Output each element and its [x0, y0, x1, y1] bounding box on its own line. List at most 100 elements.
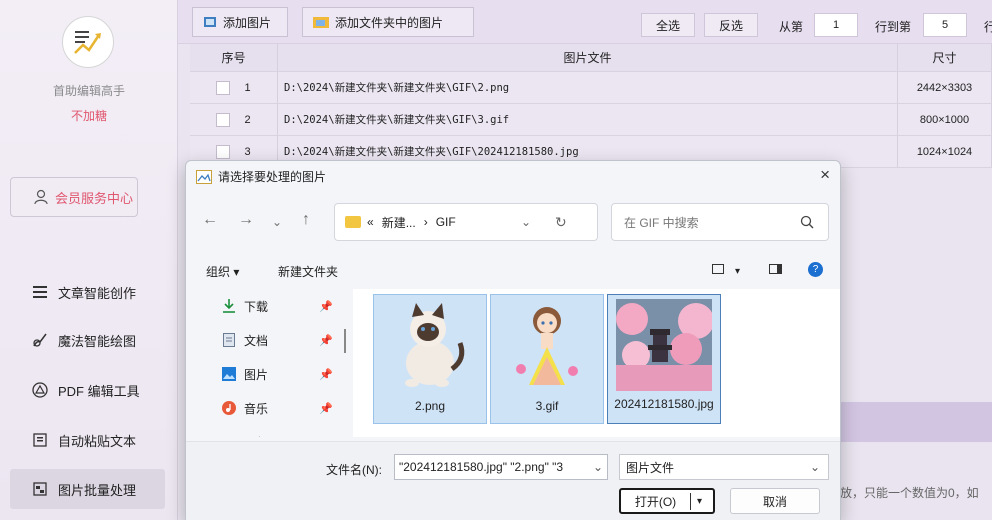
sidebar: 首助编辑高手 不加糖 会员服务中心 文章智能创作 魔法智能绘图 PDF 编辑工具…	[0, 0, 178, 520]
add-folder-images-label: 添加文件夹中的图片	[335, 15, 444, 30]
file-name: 2.png	[414, 399, 446, 413]
up-arrow-icon[interactable]: ↑	[302, 211, 310, 229]
help-icon[interactable]: ?	[808, 262, 823, 277]
file-tile-2png[interactable]: 2.png	[373, 294, 487, 424]
image-add-icon	[204, 17, 216, 27]
address-bar[interactable]: « 新建... › GIF ⌄ ↻	[334, 203, 598, 241]
quick-access-pictures-label: 图片	[244, 367, 269, 382]
cherry-blossom-thumbnail	[616, 299, 712, 391]
add-folder-images-button[interactable]: 添加文件夹中的图片	[302, 7, 474, 37]
filename-dropdown-icon[interactable]: ⌄	[590, 460, 603, 474]
header-no: 序号	[190, 44, 278, 71]
nav-magic-drawing-label: 魔法智能绘图	[58, 333, 137, 349]
nav-magic-drawing[interactable]: 魔法智能绘图	[10, 320, 165, 360]
nav-batch-image-label: 图片批量处理	[58, 482, 137, 498]
text-box-icon	[32, 432, 48, 448]
view-mode-icon[interactable]	[712, 264, 724, 274]
vip-service-button[interactable]: 会员服务中心	[10, 177, 138, 217]
refresh-icon[interactable]: ↻	[555, 214, 567, 231]
quick-access-downloads-label: 下载	[244, 299, 269, 314]
row-no-cell: 1	[190, 72, 278, 103]
row-checkbox[interactable]	[216, 112, 231, 127]
anime-girl-thumbnail	[516, 307, 578, 385]
row-file: D:\2024\新建文件夹\新建文件夹\GIF\2.png	[278, 72, 898, 103]
row-file: D:\2024\新建文件夹\新建文件夹\GIF\3.gif	[278, 104, 898, 135]
pin-icon[interactable]: 📌	[319, 334, 333, 347]
dialog-title-bar: 请选择要处理的图片	[196, 168, 326, 185]
preview-pane-icon[interactable]	[769, 264, 782, 274]
from-row-input[interactable]: 1	[814, 13, 858, 37]
music-icon	[222, 401, 236, 415]
filename-value: "202412181580.jpg" "2.png" "3	[399, 460, 564, 474]
table-header: 序号 图片文件 尺寸	[190, 44, 992, 72]
file-tile-jpg[interactable]: 202412181580.jpg	[607, 294, 721, 424]
organize-menu[interactable]: 组织 ▾	[206, 263, 239, 280]
open-button-label: 打开(O)	[621, 492, 691, 510]
nav-pdf-tools[interactable]: PDF 编辑工具	[10, 370, 165, 410]
quick-access-downloads[interactable]: 下载 📌	[196, 289, 351, 323]
close-icon[interactable]: ×	[820, 165, 830, 185]
nav-article-creation[interactable]: 文章智能创作	[10, 272, 165, 312]
add-image-button[interactable]: 添加图片	[192, 7, 288, 37]
select-all-button[interactable]: 全选	[641, 13, 695, 37]
filetype-value: 图片文件	[626, 460, 675, 475]
filetype-select[interactable]: 图片文件 ⌄	[619, 454, 829, 480]
toolbar: 添加图片 添加文件夹中的图片 全选 反选 从第 1 行到第 5 行	[178, 0, 992, 44]
nav-auto-paste-label: 自动粘贴文本	[58, 433, 137, 449]
menu-lines-icon	[32, 284, 48, 300]
file-list-pane: 2.png 3.gif 202412181580.jpg	[353, 289, 840, 437]
settings-band	[840, 402, 992, 442]
address-crumb-parent[interactable]: 新建...	[382, 214, 416, 231]
to-row-input[interactable]: 5	[923, 13, 967, 37]
pin-icon[interactable]: 📌	[319, 402, 333, 415]
download-icon	[222, 299, 236, 313]
cancel-button[interactable]: 取消	[730, 488, 820, 514]
back-arrow-icon[interactable]: ←	[202, 211, 218, 229]
quick-access-music-label: 音乐	[244, 401, 269, 416]
pdf-circle-icon	[32, 382, 48, 398]
app-logo-icon	[62, 16, 114, 68]
quick-access-videos[interactable]: 视频	[196, 425, 351, 438]
filename-input[interactable]: "202412181580.jpg" "2.png" "3 ⌄	[394, 454, 608, 480]
header-file: 图片文件	[278, 44, 898, 71]
quick-access-videos-label: 视频	[244, 434, 268, 438]
address-dropdown-icon[interactable]: ⌄	[521, 215, 531, 229]
new-folder-button[interactable]: 新建文件夹	[278, 263, 338, 280]
file-tile-3gif[interactable]: 3.gif	[490, 294, 604, 424]
address-crumb-gif[interactable]: GIF	[436, 215, 456, 229]
quick-access-pane: 下载 📌 文档 📌 图片 📌 音乐 📌 视频	[196, 289, 351, 437]
cat-thumbnail	[405, 303, 465, 387]
add-image-label: 添加图片	[223, 15, 272, 30]
pin-icon[interactable]: 📌	[319, 368, 333, 381]
pane-splitter[interactable]	[344, 329, 346, 353]
pictures-icon	[222, 367, 236, 381]
quick-access-music[interactable]: 音乐 📌	[196, 391, 351, 425]
folder-image-icon	[313, 17, 329, 28]
row-checkbox[interactable]	[216, 144, 231, 159]
row-size: 1024×1024	[898, 136, 992, 167]
search-box[interactable]: 在 GIF 中搜索	[611, 203, 829, 241]
row-suffix-label: 行	[984, 20, 992, 34]
search-icon	[800, 215, 814, 229]
command-bar: 组织 ▾ 新建文件夹 ▾ ?	[186, 257, 840, 285]
file-name: 3.gif	[535, 399, 559, 413]
folder-icon	[345, 216, 361, 228]
row-no: 2	[244, 113, 251, 126]
quick-access-documents[interactable]: 文档 📌	[196, 323, 351, 357]
quick-access-pictures[interactable]: 图片 📌	[196, 357, 351, 391]
nav-batch-image[interactable]: 图片批量处理	[10, 469, 165, 509]
image-batch-icon	[32, 481, 48, 497]
row-checkbox[interactable]	[216, 80, 231, 95]
invert-selection-button[interactable]: 反选	[704, 13, 758, 37]
table-row[interactable]: 1 D:\2024\新建文件夹\新建文件夹\GIF\2.png 2442×330…	[190, 72, 992, 104]
recent-chevron-icon[interactable]: ⌄	[272, 215, 282, 229]
view-dropdown-icon[interactable]: ▾	[735, 266, 740, 277]
nav-auto-paste[interactable]: 自动粘贴文本	[10, 420, 165, 460]
pin-icon[interactable]: 📌	[319, 300, 333, 313]
image-file-table: 序号 图片文件 尺寸 1 D:\2024\新建文件夹\新建文件夹\GIF\2.p…	[190, 44, 992, 168]
user-icon	[34, 189, 48, 205]
open-dropdown-icon[interactable]: ▾	[697, 496, 702, 507]
table-row[interactable]: 2 D:\2024\新建文件夹\新建文件夹\GIF\3.gif 800×1000	[190, 104, 992, 136]
forward-arrow-icon[interactable]: →	[238, 211, 254, 229]
open-button[interactable]: 打开(O) ▾	[619, 488, 715, 514]
